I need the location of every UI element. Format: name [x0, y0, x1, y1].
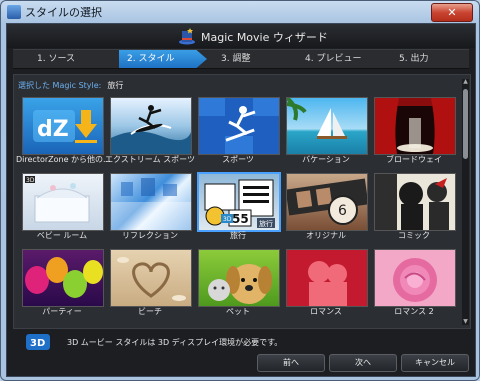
- road-signs-icon: 55 3D 旅行: [204, 179, 275, 228]
- magic-hat-icon: [179, 28, 195, 45]
- surfer-icon: [111, 105, 191, 154]
- style-sports[interactable]: スポーツ: [198, 97, 280, 165]
- original-thumb: 6: [286, 173, 368, 231]
- title-bar: スタイルの選択 ✕: [1, 1, 479, 23]
- sports-thumb: [198, 97, 280, 155]
- wizard-window: スタイルの選択 ✕ Magic Movie ウィザード 1. ソース 2. スタ…: [0, 0, 480, 381]
- comic-figures-icon: [375, 174, 449, 230]
- style-comic[interactable]: コミック: [374, 173, 456, 241]
- stage-curtain-icon: [375, 98, 455, 154]
- style-broadway[interactable]: ブロードウェイ: [374, 97, 456, 165]
- info-bar: 3D 3D ムービー スタイルは 3D ディスプレイ環境が必要です。: [13, 332, 469, 354]
- style-scrollbar[interactable]: ▲ ▼: [462, 79, 469, 325]
- wizard-client: Magic Movie ウィザード 1. ソース 2. スタイル 3. 調整 4…: [6, 23, 476, 377]
- sailboat-icon: [287, 98, 347, 139]
- svg-text:55: 55: [232, 212, 249, 226]
- crib-icon: 3D: [25, 176, 90, 223]
- style-extreme-sports[interactable]: エクストリーム スポーツ: [105, 97, 195, 165]
- selected-style-value: 旅行: [107, 81, 124, 90]
- close-button[interactable]: ✕: [431, 3, 473, 22]
- couple-silhouette-icon: [308, 261, 347, 306]
- selected-style-label: 選択した Magic Style:: [18, 81, 102, 90]
- style-caption: リフレクション: [122, 231, 178, 240]
- style-caption: 旅行: [230, 231, 246, 240]
- style-caption: ペット: [226, 307, 250, 316]
- step-style[interactable]: 2. スタイル: [119, 50, 207, 68]
- style-romance-2[interactable]: ロマンス 2: [374, 249, 456, 317]
- puppy-kitten-icon: [208, 264, 272, 304]
- film-reel-icon: 6: [287, 178, 367, 225]
- style-grid: dZ DirectorZone から他の... エクストリーム スポーツ スポー…: [16, 97, 458, 323]
- style-baby-room[interactable]: 3D ベビー ルーム: [22, 173, 104, 241]
- wizard-header: Magic Movie ウィザード: [7, 24, 475, 48]
- rose-icon: [393, 258, 437, 302]
- style-panel: 選択した Magic Style: 旅行 dZ DirectorZone から他…: [13, 74, 471, 329]
- party-thumb: [22, 249, 104, 307]
- button-bar: 前へ 次へ キャンセル: [7, 354, 475, 376]
- download-icon: dZ: [33, 110, 97, 143]
- style-caption: ビーチ: [138, 307, 162, 316]
- badge-3d: 3D: [26, 177, 35, 184]
- style-caption: エクストリーム スポーツ: [105, 155, 195, 164]
- step-preview[interactable]: 4. プレビュー: [305, 50, 361, 68]
- style-reflection[interactable]: リフレクション: [110, 173, 192, 241]
- comic-thumb: [374, 173, 456, 231]
- style-caption: ブロードウェイ: [386, 155, 442, 164]
- style-pet[interactable]: ペット: [198, 249, 280, 317]
- selected-style-row: 選択した Magic Style: 旅行: [18, 80, 123, 91]
- scrollbar-thumb[interactable]: [463, 89, 468, 159]
- badge-3d: 3D: [223, 216, 232, 223]
- style-caption: ベビー ルーム: [36, 231, 88, 240]
- extreme-sports-thumb: [110, 97, 192, 155]
- step-source[interactable]: 1. ソース: [37, 50, 75, 68]
- 3d-glasses-icon: 3D: [26, 334, 50, 350]
- style-caption: パーティー: [42, 307, 82, 316]
- step-adjust[interactable]: 3. 調整: [221, 50, 250, 68]
- scroll-down-icon[interactable]: ▼: [462, 319, 469, 325]
- directorzone-thumb: dZ: [22, 97, 104, 155]
- romance-thumb: [286, 249, 368, 307]
- style-party[interactable]: パーティー: [22, 249, 104, 317]
- window-title: スタイルの選択: [25, 6, 102, 19]
- wizard-title: Magic Movie ウィザード: [201, 31, 328, 44]
- travel-thumb: 55 3D 旅行: [197, 172, 281, 232]
- style-caption: オリジナル: [306, 231, 346, 240]
- snowboarder-icon: [199, 98, 279, 154]
- reflection-pattern: [111, 178, 191, 230]
- info-message: 3D ムービー スタイルは 3D ディスプレイ環境が必要です。: [67, 338, 283, 347]
- style-vacation[interactable]: バケーション: [286, 97, 368, 165]
- style-caption: バケーション: [302, 155, 350, 164]
- broadway-thumb: [374, 97, 456, 155]
- style-caption: ロマンス 2: [394, 307, 434, 316]
- svg-text:dZ: dZ: [37, 117, 69, 142]
- svg-text:3D: 3D: [30, 338, 45, 349]
- style-beach[interactable]: ビーチ: [110, 249, 192, 317]
- style-romance[interactable]: ロマンス: [286, 249, 368, 317]
- next-button[interactable]: 次へ: [329, 354, 397, 372]
- romance-2-thumb: [374, 249, 456, 307]
- sand-heart-icon: [117, 257, 186, 301]
- svg-text:6: 6: [338, 203, 347, 219]
- step-output[interactable]: 5. 出力: [399, 50, 428, 68]
- travel-overlay-label: 旅行: [259, 219, 273, 228]
- beach-thumb: [110, 249, 192, 307]
- vacation-thumb: [286, 97, 368, 155]
- cancel-button[interactable]: キャンセル: [401, 354, 469, 372]
- balloons-icon: [25, 257, 103, 298]
- baby-room-thumb: 3D: [22, 173, 104, 231]
- style-caption: コミック: [398, 231, 430, 240]
- style-caption: スポーツ: [222, 155, 254, 164]
- style-travel[interactable]: 55 3D 旅行 旅行: [197, 172, 281, 241]
- style-caption: ロマンス: [310, 307, 342, 316]
- pet-thumb: [198, 249, 280, 307]
- app-icon: [7, 5, 21, 19]
- style-original[interactable]: 6 オリジナル: [286, 173, 368, 241]
- style-directorzone[interactable]: dZ DirectorZone から他の...: [16, 97, 111, 165]
- prev-button[interactable]: 前へ: [257, 354, 325, 372]
- scroll-up-icon[interactable]: ▲: [462, 79, 469, 85]
- wizard-steps: 1. ソース 2. スタイル 3. 調整 4. プレビュー 5. 出力: [13, 49, 469, 69]
- style-caption: DirectorZone から他の...: [16, 155, 111, 164]
- reflection-thumb: [110, 173, 192, 231]
